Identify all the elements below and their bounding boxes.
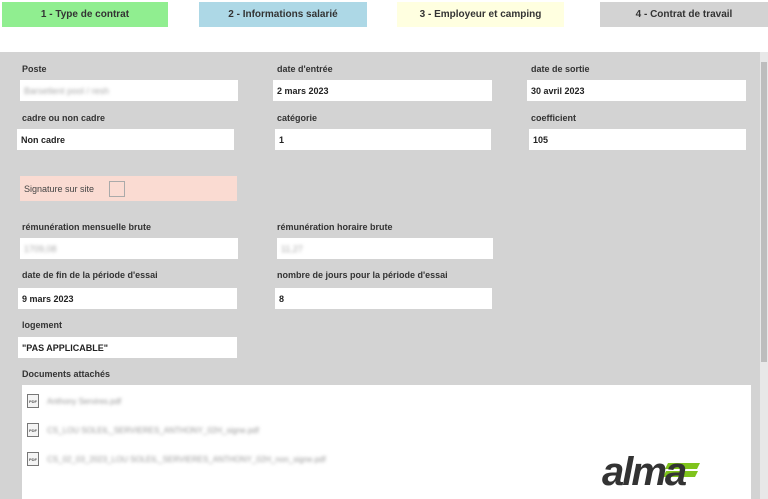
fin-essai-field[interactable]: 9 mars 2023 xyxy=(18,288,237,309)
poste-value: Barsetlent pool / resh xyxy=(24,85,110,96)
pdf-icon: PDF xyxy=(27,423,39,437)
categorie-label: catégorie xyxy=(277,113,318,123)
poste-field[interactable]: Barsetlent pool / resh xyxy=(20,80,238,101)
pdf-icon: PDF xyxy=(27,394,39,408)
pdf-icon: PDF xyxy=(27,452,39,466)
remuneration-mensuelle-field[interactable]: 1709,08 xyxy=(20,238,238,259)
tab-employeur-et-camping[interactable]: 3 - Employeur et camping xyxy=(397,2,564,27)
step-tabs: 1 - Type de contrat 2 - Informations sal… xyxy=(0,0,768,27)
tab-type-de-contrat[interactable]: 1 - Type de contrat xyxy=(2,2,168,27)
tab-contrat-de-travail[interactable]: 4 - Contrat de travail xyxy=(600,2,768,27)
document-item[interactable]: PDF Anthony Servires.pdf xyxy=(27,393,121,409)
coefficient-label: coefficient xyxy=(531,113,577,123)
document-name[interactable]: Anthony Servires.pdf xyxy=(47,397,121,406)
cadre-label: cadre ou non cadre xyxy=(22,113,106,123)
date-sortie-label: date de sortie xyxy=(531,64,590,74)
categorie-field[interactable]: 1 xyxy=(275,129,491,150)
scrollbar-thumb[interactable] xyxy=(761,62,767,362)
alma-logo-text: alma xyxy=(602,450,687,489)
signature-label: Signature sur site xyxy=(24,183,95,194)
remuneration-mensuelle-label: rémunération mensuelle brute xyxy=(22,222,152,232)
document-item[interactable]: PDF CS_02_03_2023_LOU SOLEIL_SERVIERES_A… xyxy=(27,451,326,467)
logement-field[interactable]: "PAS APPLICABLE" xyxy=(18,337,237,358)
documents-label: Documents attachés xyxy=(22,369,111,379)
jours-essai-label: nombre de jours pour la période d'essai xyxy=(277,270,448,280)
signature-checkbox[interactable] xyxy=(109,181,125,197)
remuneration-horaire-field[interactable]: 11,27 xyxy=(277,238,493,259)
remuneration-horaire-value: 11,27 xyxy=(281,243,303,254)
date-entree-field[interactable]: 2 mars 2023 xyxy=(273,80,492,101)
remuneration-horaire-label: rémunération horaire brute xyxy=(277,222,393,232)
date-entree-label: date d'entrée xyxy=(277,64,333,74)
jours-essai-field[interactable]: 8 xyxy=(275,288,492,309)
poste-label: Poste xyxy=(22,64,47,74)
date-sortie-field[interactable]: 30 avril 2023 xyxy=(527,80,746,101)
cadre-field[interactable]: Non cadre xyxy=(17,129,234,150)
alma-logo: alma xyxy=(602,450,700,489)
document-name[interactable]: CS_LOU SOLEIL_SERVIERES_ANTHONY_02H_sign… xyxy=(47,426,259,435)
document-item[interactable]: PDF CS_LOU SOLEIL_SERVIERES_ANTHONY_02H_… xyxy=(27,422,259,438)
scrollbar[interactable] xyxy=(760,52,768,499)
coefficient-field[interactable]: 105 xyxy=(529,129,746,150)
document-name[interactable]: CS_02_03_2023_LOU SOLEIL_SERVIERES_ANTHO… xyxy=(47,455,326,464)
remuneration-mensuelle-value: 1709,08 xyxy=(24,243,57,254)
signature-sur-site: Signature sur site xyxy=(20,176,237,201)
logement-label: logement xyxy=(22,320,63,330)
fin-essai-label: date de fin de la période d'essai xyxy=(22,270,158,280)
tab-informations-salarie[interactable]: 2 - Informations salarié xyxy=(199,2,367,27)
